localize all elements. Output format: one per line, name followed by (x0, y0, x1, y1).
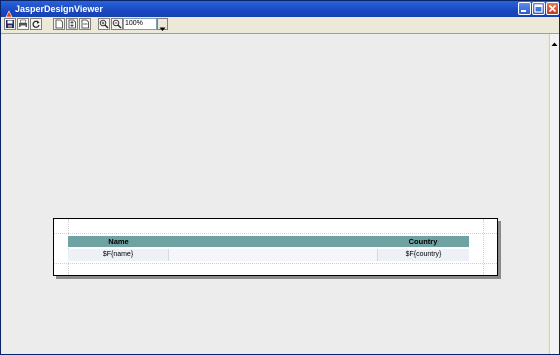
fit-page-icon[interactable] (66, 18, 78, 30)
window-title: JasperDesignViewer (15, 4, 103, 14)
reload-icon[interactable] (30, 18, 42, 30)
vertical-scrollbar[interactable] (549, 34, 559, 354)
close-button[interactable] (546, 2, 559, 15)
fit-width-icon[interactable] (79, 18, 91, 30)
report-canvas[interactable]: Name Country $F{name} $F{country} (2, 34, 548, 354)
detail-band: $F{name} $F{country} (68, 249, 469, 261)
zoom-out-icon[interactable] (111, 18, 123, 30)
column-header-country[interactable]: Country (377, 236, 469, 247)
margin-guide-right (483, 219, 484, 275)
jasper-design-viewer-window: JasperDesignViewer 100% Name Country $F{… (0, 0, 560, 355)
detail-field-name[interactable]: $F{name} (68, 249, 169, 261)
first-page-icon[interactable] (53, 18, 65, 30)
margin-guide-left (68, 219, 69, 275)
app-icon (4, 4, 14, 18)
minimize-button[interactable] (518, 2, 531, 15)
zoom-dropdown-button[interactable] (157, 18, 168, 31)
title-bar[interactable]: JasperDesignViewer (1, 1, 559, 18)
print-icon[interactable] (17, 18, 29, 30)
maximize-button[interactable] (532, 2, 545, 15)
report-page: Name Country $F{name} $F{country} (53, 218, 498, 276)
zoom-in-icon[interactable] (98, 18, 110, 30)
column-header-band: Name Country (68, 236, 469, 247)
detail-empty-cell (169, 249, 377, 261)
zoom-level-input[interactable]: 100% (123, 18, 157, 30)
chevron-down-icon (159, 27, 166, 31)
save-icon[interactable] (4, 18, 16, 30)
band-guide-bottom (54, 263, 497, 264)
column-header-name[interactable]: Name (68, 236, 169, 247)
band-guide-top (54, 233, 497, 234)
detail-field-country[interactable]: $F{country} (377, 249, 469, 261)
scroll-up-arrow-icon[interactable] (550, 34, 559, 46)
toolbar: 100% (1, 17, 559, 34)
